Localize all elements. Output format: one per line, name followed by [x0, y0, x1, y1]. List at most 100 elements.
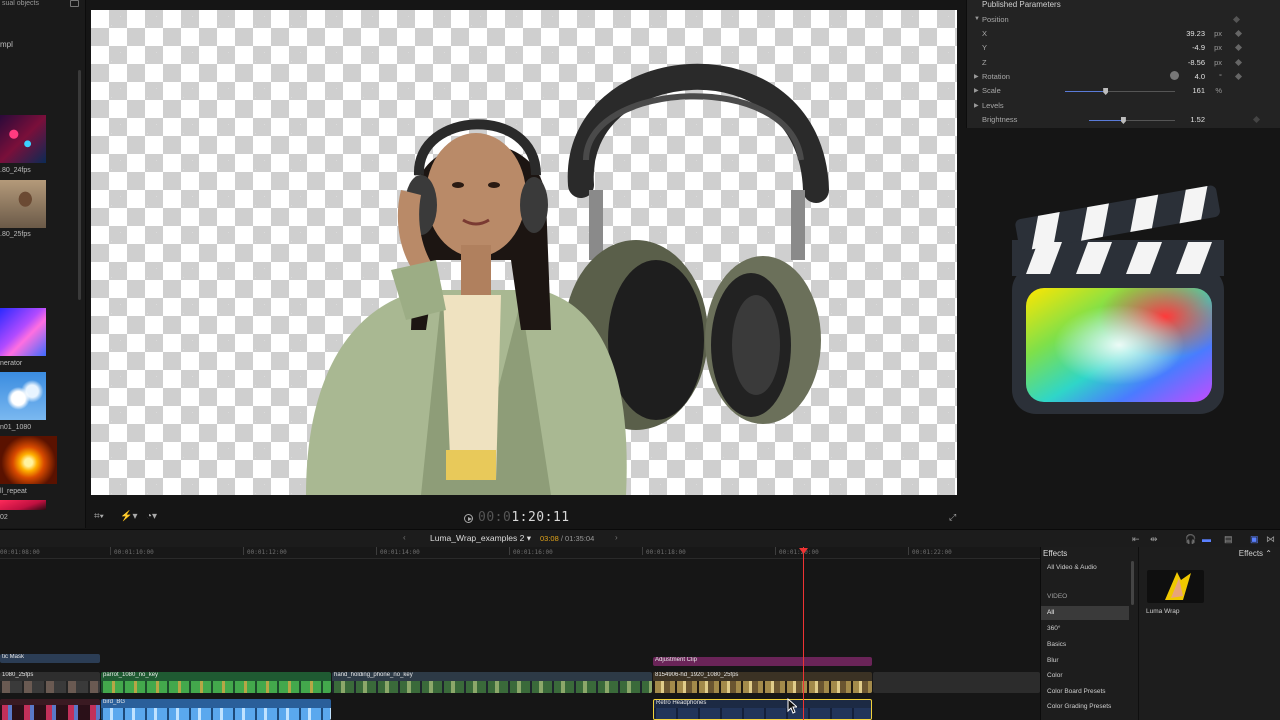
brightness-slider-fill [1089, 120, 1124, 121]
ruler-label: 00:01:10:00 [114, 549, 154, 556]
param-label: Position [982, 15, 1009, 24]
keyframe-icon[interactable] [1234, 58, 1243, 67]
playhead[interactable] [803, 547, 804, 720]
brightness-slider-knob[interactable] [1120, 117, 1126, 124]
project-name: Luma_Wrap_examples 2 [430, 533, 525, 543]
panel-icon[interactable] [70, 0, 79, 7]
effects-category[interactable]: Color [1041, 669, 1129, 683]
disclosure-closed-icon[interactable]: ▶ [974, 102, 979, 109]
mouse-cursor-icon [787, 698, 797, 714]
ruler-tick [775, 547, 776, 555]
disclosure-closed-icon[interactable]: ▶ [974, 73, 979, 80]
clip-filmstrip [0, 681, 100, 693]
timeline-clip[interactable]: bird_BG [101, 699, 331, 720]
timecode-dim: 00:0 [478, 510, 512, 525]
browser-clip-thumbnail[interactable] [0, 372, 46, 420]
param-row-rotation[interactable]: ▶ Rotation 4.0 ° [967, 71, 1280, 85]
reset-icon[interactable] [1252, 115, 1261, 124]
timeline-index-icon[interactable]: ▤ [1224, 534, 1233, 545]
browser-scrollbar[interactable] [78, 70, 81, 300]
ruler-label: 00:01:12:00 [247, 549, 287, 556]
effects-dropdown[interactable]: Effects ⌃ [1239, 549, 1272, 558]
keyframe-icon[interactable] [1234, 29, 1243, 38]
effects-category-selected[interactable]: All [1041, 606, 1129, 620]
param-value[interactable]: 4.0 [1195, 72, 1205, 81]
effects-title: Effects [1043, 549, 1068, 558]
effects-category[interactable]: Color Grading Presets [1041, 700, 1129, 714]
timeline-clip[interactable]: parrot_1080_no_key [101, 672, 331, 693]
effects-browser-icon[interactable]: ▣ [1250, 534, 1259, 545]
param-row-x[interactable]: X 39.23 px [967, 28, 1280, 42]
param-row-brightness[interactable]: Brightness 1.52 [967, 114, 1280, 128]
param-value[interactable]: 1.52 [1190, 115, 1205, 124]
transform-tool-icon[interactable]: ⌗▾ [94, 511, 104, 522]
audio-skimming-icon[interactable]: 🎧 [1185, 534, 1196, 545]
param-unit: ° [1219, 72, 1222, 81]
timeline-clip[interactable]: 1080_25fps [0, 672, 100, 693]
transitions-browser-icon[interactable]: ⋈ [1266, 534, 1275, 545]
adjustment-clip[interactable]: Adjustment Clip [653, 657, 872, 666]
param-row-z[interactable]: Z -8.56 px [967, 57, 1280, 71]
magic-wand-icon[interactable]: ⚡▾ [120, 511, 137, 522]
timeline-clip-selected[interactable]: Retro Headphones [653, 699, 872, 720]
clip-label: Adjustment Clip [655, 657, 698, 663]
param-row-scale[interactable]: ▶ Scale 161 % [967, 85, 1280, 99]
keyframe-icon[interactable] [1232, 15, 1241, 24]
timeline-ruler[interactable]: 00:01:08:00 00:01:10:00 00:01:12:00 00:0… [0, 547, 1040, 559]
timeline-gap[interactable] [873, 672, 1040, 693]
scale-slider-knob[interactable] [1103, 88, 1109, 95]
ruler-tick [243, 547, 244, 555]
param-unit: px [1214, 29, 1222, 38]
timeline-clip[interactable]: hand_holding_phone_no_key [332, 672, 652, 693]
param-value[interactable]: 39.23 [1186, 29, 1205, 38]
param-value[interactable]: -8.56 [1188, 58, 1205, 67]
back-arrow-icon[interactable]: ‹ [403, 533, 406, 542]
browser-clip-thumbnail[interactable] [0, 115, 46, 163]
keyframe-icon[interactable] [1234, 43, 1243, 52]
forward-arrow-icon[interactable]: › [615, 533, 618, 542]
effects-category[interactable]: All Video & Audio [1041, 561, 1129, 575]
timeline-header: ‹ Luma_Wrap_examples 2 ▾ 03:08 / 01:35:0… [0, 529, 1280, 547]
final-cut-pro-window: sual objects mpl .80_24fps .80_25fps ner… [0, 0, 1280, 720]
param-value[interactable]: 161 [1192, 86, 1205, 95]
clip-appearance-icon[interactable]: ⇤ [1132, 534, 1140, 545]
browser-partial-label: mpl [0, 40, 13, 49]
luma-wrap-thumbnail[interactable] [1147, 570, 1204, 603]
browser-clip-thumbnail[interactable] [0, 180, 46, 228]
fullscreen-icon[interactable]: ⤢ [949, 513, 958, 522]
browser-clip-thumbnail[interactable] [0, 308, 46, 356]
param-row-levels[interactable]: ▶ Levels [967, 100, 1280, 114]
final-cut-pro-logo [1010, 180, 1226, 416]
effects-category[interactable]: Color Board Presets [1041, 685, 1129, 699]
timeline-tracks[interactable]: tic Mask Adjustment Clip 1080_25fps parr… [0, 559, 1040, 720]
effects-category[interactable]: Blur [1041, 654, 1129, 668]
effects-category[interactable]: 360° [1041, 622, 1129, 636]
project-name-dropdown[interactable]: Luma_Wrap_examples 2 ▾ [430, 533, 531, 544]
speed-icon[interactable]: ◔▾ [146, 511, 157, 522]
solo-icon[interactable]: ▬ [1202, 534, 1211, 544]
ruler-label: 00:01:22:00 [912, 549, 952, 556]
clip-label: Retro Headphones [656, 700, 707, 706]
clip-label: tic Mask [2, 654, 25, 660]
effects-category[interactable]: Basics [1041, 638, 1129, 652]
effects-category-scrollbar[interactable] [1131, 561, 1134, 605]
disclosure-open-icon[interactable]: ▼ [974, 16, 980, 22]
param-row-y[interactable]: Y -4.9 px [967, 42, 1280, 56]
disclosure-closed-icon[interactable]: ▶ [974, 87, 979, 94]
keyframe-icon[interactable] [1234, 72, 1243, 81]
param-unit: px [1214, 43, 1222, 52]
param-row-position[interactable]: ▼ Position [967, 14, 1280, 28]
timeline-clip[interactable] [0, 699, 100, 720]
timeline-clip[interactable]: 8154906-hd_1920_1080_25fps [653, 672, 872, 693]
ruler-label: 00:01:16:00 [513, 549, 553, 556]
viewer-canvas[interactable] [91, 10, 957, 495]
param-value[interactable]: -4.9 [1192, 43, 1205, 52]
rotation-dial[interactable] [1170, 71, 1179, 80]
play-icon[interactable] [464, 514, 473, 523]
timeline-clip[interactable]: tic Mask [0, 654, 100, 663]
inspector-title: Published Parameters [982, 0, 1061, 9]
scale-slider-fill [1065, 91, 1106, 92]
snapping-icon[interactable]: ⇹ [1150, 534, 1158, 545]
browser-clip-thumbnail[interactable] [0, 436, 57, 484]
browser-clip-thumbnail[interactable] [0, 500, 46, 510]
